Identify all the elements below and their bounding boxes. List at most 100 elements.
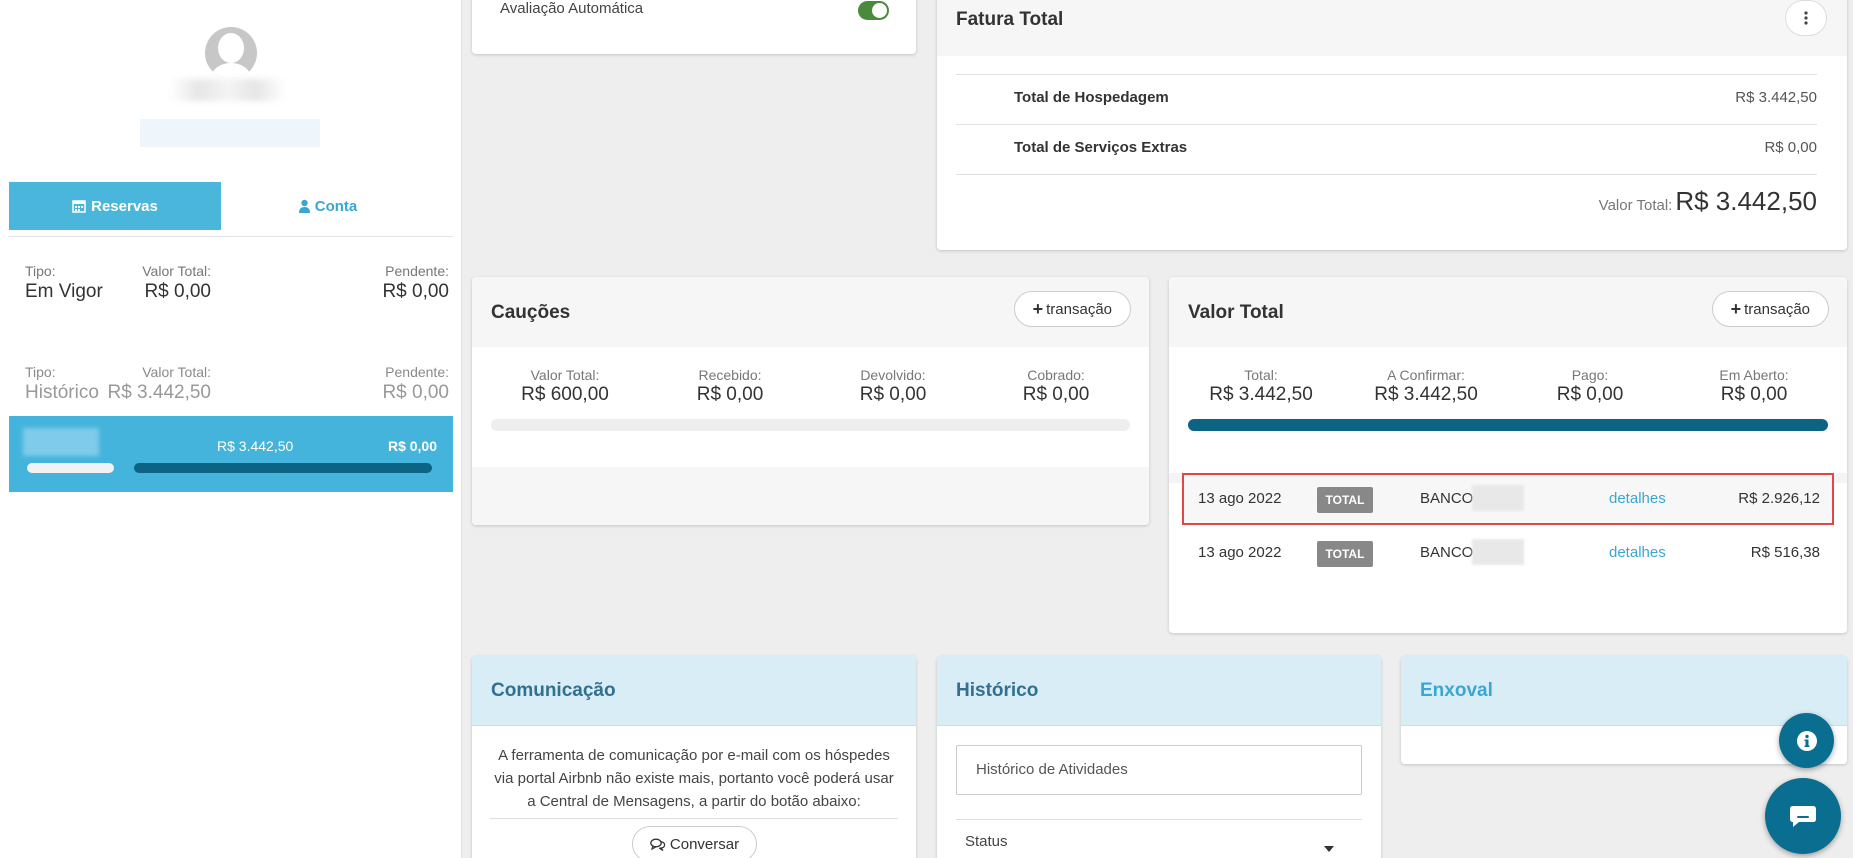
transaction-date: 13 ago 2022 bbox=[1198, 490, 1282, 507]
metric-label: A Confirmar: bbox=[1387, 367, 1465, 383]
metric-label: Recebido: bbox=[698, 367, 762, 383]
fatura-row-value: R$ 0,00 bbox=[1764, 139, 1817, 156]
historico-atividades-field[interactable]: Histórico de Atividades bbox=[956, 745, 1362, 795]
avaliacao-toggle[interactable] bbox=[858, 1, 889, 20]
fatura-total-label: Valor Total: bbox=[1598, 197, 1673, 214]
tab-divider bbox=[9, 236, 453, 237]
metric-value: R$ 3.442,50 bbox=[1374, 384, 1478, 405]
tipo-label: Tipo: bbox=[25, 263, 56, 279]
transaction-type-badge: TOTAL bbox=[1317, 541, 1373, 567]
reservation-progress-bar bbox=[134, 463, 432, 473]
metric-label: Total: bbox=[1244, 367, 1278, 383]
metric-label: Valor Total: bbox=[530, 367, 600, 383]
historico-card: Histórico Histórico de Atividades Status bbox=[937, 656, 1381, 858]
metric-label: Cobrado: bbox=[1027, 367, 1085, 383]
conversar-label: Conversar bbox=[669, 835, 740, 853]
metric-em-aberto: Em Aberto: R$ 0,00 bbox=[1684, 367, 1824, 406]
chat-bubbles-icon bbox=[650, 838, 666, 851]
info-icon bbox=[1796, 730, 1817, 751]
reservation-progress-left bbox=[27, 463, 114, 473]
summary-row-em-vigor[interactable]: Tipo: Em Vigor Valor Total: R$ 0,00 Penden… bbox=[9, 263, 453, 323]
status-label: Status bbox=[965, 833, 1008, 850]
guest-info-redacted bbox=[140, 119, 320, 147]
metric-total: Total: R$ 3.442,50 bbox=[1191, 367, 1331, 406]
metric-devolvido: Devolvido: R$ 0,00 bbox=[823, 367, 963, 406]
tipo-value: Histórico bbox=[25, 382, 99, 403]
transaction-details-link[interactable]: detalhes bbox=[1609, 544, 1666, 561]
metric-value: R$ 0,00 bbox=[859, 384, 927, 405]
metric-value: R$ 0,00 bbox=[696, 384, 764, 405]
metric-valor-total: Valor Total: R$ 600,00 bbox=[495, 367, 635, 406]
plus-icon: + bbox=[1730, 298, 1742, 319]
caret-down-icon[interactable] bbox=[1324, 846, 1334, 852]
fatura-total: Valor Total: R$ 3.442,50 bbox=[1599, 186, 1817, 217]
tab-reservas[interactable]: Reservas bbox=[9, 182, 221, 230]
transaction-date: 13 ago 2022 bbox=[1198, 544, 1282, 561]
sidebar: Reservas Conta Tipo: Em Vigor Valor Total… bbox=[0, 0, 462, 858]
transaction-amount: R$ 516,38 bbox=[1750, 544, 1820, 561]
button-label: transação bbox=[1046, 300, 1112, 318]
metric-a-confirmar: A Confirmar: R$ 3.442,50 bbox=[1356, 367, 1496, 406]
fatura-row-value: R$ 3.442,50 bbox=[1735, 89, 1817, 106]
fatura-total-value: R$ 3.442,50 bbox=[1675, 186, 1817, 216]
conversar-button[interactable]: Conversar bbox=[632, 826, 757, 858]
metric-value: R$ 600,00 bbox=[521, 384, 609, 405]
total-value: R$ 3.442,50 bbox=[107, 382, 211, 403]
fatura-divider bbox=[956, 174, 1817, 175]
valor-total-card: Valor Total + transação Total: R$ 3.442,50… bbox=[1169, 277, 1847, 633]
comunicacao-card: Comunicação A ferramenta de comunicação … bbox=[472, 656, 916, 858]
reservation-id-redacted bbox=[23, 428, 99, 456]
metric-label: Pago: bbox=[1571, 367, 1609, 383]
info-button[interactable] bbox=[1779, 713, 1834, 768]
tab-conta-label: Conta bbox=[314, 197, 358, 215]
total-label: Valor Total: bbox=[142, 364, 211, 380]
metric-pago: Pago: R$ 0,00 bbox=[1520, 367, 1660, 406]
kebab-menu-button[interactable] bbox=[1785, 0, 1827, 36]
valor-total-add-transaction-button[interactable]: + transação bbox=[1711, 291, 1829, 327]
comunicacao-title: Comunicação bbox=[491, 680, 616, 701]
pending-value: R$ 0,00 bbox=[382, 281, 449, 302]
metric-value: R$ 3.442,50 bbox=[1209, 384, 1313, 405]
kebab-menu-icon bbox=[1804, 11, 1808, 25]
valor-total-progress-bar bbox=[1188, 419, 1828, 431]
fatura-row-label: Total de Hospedagem bbox=[1014, 89, 1169, 106]
caucoes-progress-bar bbox=[491, 419, 1130, 431]
divider bbox=[490, 818, 898, 819]
guest-name-redacted bbox=[170, 79, 285, 101]
pending-label: Pendente: bbox=[385, 263, 449, 279]
divider bbox=[956, 819, 1362, 820]
caucoes-add-transaction-button[interactable]: + transação bbox=[1013, 291, 1131, 327]
metric-label: Em Aberto: bbox=[1719, 367, 1789, 383]
summary-row-historico[interactable]: Tipo: Histórico Valor Total: R$ 3.442,50 P… bbox=[9, 364, 453, 424]
enxoval-title: Enxoval bbox=[1420, 680, 1493, 701]
calendar-icon bbox=[72, 200, 86, 213]
avaliacao-card: Avaliação Automática bbox=[472, 0, 916, 54]
historico-title: Histórico bbox=[956, 680, 1039, 701]
chat-button[interactable] bbox=[1765, 778, 1841, 854]
selected-reservation-item[interactable]: R$ 3.442,50 R$ 0,00 bbox=[9, 416, 453, 492]
fatura-title: Fatura Total bbox=[956, 9, 1064, 30]
tipo-value: Em Vigor bbox=[25, 281, 103, 302]
transaction-row[interactable]: 13 ago 2022 TOTAL BANCO detalhes R$ 516,… bbox=[1182, 527, 1834, 579]
caucoes-transactions-area bbox=[472, 467, 1149, 525]
metric-value: R$ 0,00 bbox=[1022, 384, 1090, 405]
transaction-amount: R$ 2.926,12 bbox=[1738, 490, 1820, 507]
tab-conta[interactable]: Conta bbox=[222, 182, 434, 230]
bank-name-redacted bbox=[1472, 485, 1524, 511]
avaliacao-label: Avaliação Automática bbox=[500, 0, 644, 17]
chat-icon bbox=[1790, 806, 1816, 827]
caucoes-title: Cauções bbox=[491, 302, 571, 323]
user-avatar-icon bbox=[205, 27, 257, 79]
metric-value: R$ 0,00 bbox=[1556, 384, 1624, 405]
button-label: transação bbox=[1744, 300, 1810, 318]
total-label: Valor Total: bbox=[142, 263, 211, 279]
fatura-row-hospedagem: Total de Hospedagem R$ 3.442,50 bbox=[956, 74, 1817, 124]
transaction-details-link[interactable]: detalhes bbox=[1609, 490, 1666, 507]
transaction-type-badge: TOTAL bbox=[1317, 487, 1373, 513]
tab-reservas-label: Reservas bbox=[91, 197, 158, 215]
metric-recebido: Recebido: R$ 0,00 bbox=[660, 367, 800, 406]
transaction-row-highlighted[interactable]: 13 ago 2022 TOTAL BANCO detalhes R$ 2.92… bbox=[1182, 473, 1834, 525]
caucoes-card: Cauções + transação Valor Total: R$ 600,00… bbox=[472, 277, 1149, 525]
transaction-bank: BANCO bbox=[1420, 544, 1474, 561]
metric-value: R$ 0,00 bbox=[1720, 384, 1788, 405]
